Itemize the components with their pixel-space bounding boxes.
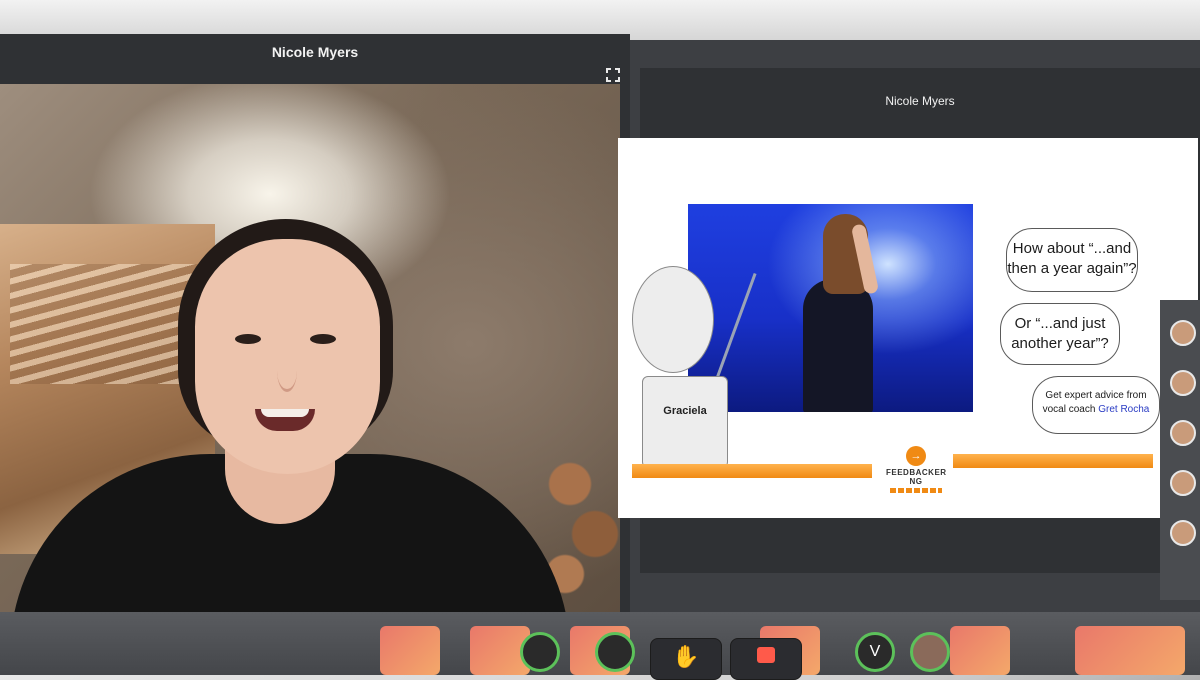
conference-screen: Nicole Myers Nicole Myers Graciela How a… — [0, 0, 1200, 680]
toolbar-tile[interactable] — [380, 626, 440, 675]
participant-rail[interactable] — [1160, 300, 1200, 600]
name-card: Graciela — [642, 376, 728, 468]
rail-avatar[interactable] — [1170, 520, 1196, 546]
shared-slide: Graciela How about “...and then a year a… — [618, 138, 1198, 518]
rail-avatar[interactable] — [1170, 320, 1196, 346]
toolbar-avatar[interactable] — [910, 632, 950, 672]
raise-hand-button[interactable]: ✋ — [650, 638, 722, 680]
singer-dress — [803, 279, 873, 412]
rail-avatar[interactable] — [1170, 420, 1196, 446]
share-screen-button[interactable] — [730, 638, 802, 680]
bottom-toolbar: V ✋ — [0, 612, 1200, 680]
orange-bar-left — [632, 464, 872, 478]
participant-tile-left[interactable]: Nicole Myers — [0, 34, 630, 619]
speech-bubble-3: Get expert advice from vocal coach Gret … — [1032, 376, 1160, 434]
rail-avatar[interactable] — [1170, 370, 1196, 396]
coach-name: Gret Rocha — [1098, 404, 1150, 415]
toolbar-tile[interactable] — [950, 626, 1010, 675]
rail-avatar[interactable] — [1170, 470, 1196, 496]
logo-text: FEEDBACKER NG — [886, 468, 947, 486]
singer-photo — [688, 204, 973, 412]
eye-right — [310, 334, 336, 344]
nose — [277, 349, 297, 392]
eye-left — [235, 334, 261, 344]
toolbar-avatar[interactable] — [595, 632, 635, 672]
orange-bar-right — [953, 454, 1153, 468]
speech-bubble-2: Or “...and just another year”? — [1000, 303, 1120, 365]
expand-icon-svg — [606, 68, 620, 82]
toolbar-avatar[interactable] — [520, 632, 560, 672]
toolbar-avatar-v[interactable]: V — [855, 632, 895, 672]
raise-hand-icon: ✋ — [672, 644, 700, 669]
mouth — [255, 409, 315, 431]
feedbacker-logo: → FEEDBACKER NG — [886, 446, 946, 493]
participant-video-left — [0, 84, 620, 614]
participant-tile-right[interactable]: Nicole Myers Graciela How about “...and … — [618, 68, 1200, 573]
logo-stripe — [890, 488, 942, 493]
speech-bubble-1: How about “...and then a year again”? — [1006, 228, 1138, 292]
participant-name-right: Nicole Myers — [885, 94, 955, 108]
participant-name-left: Nicole Myers — [271, 44, 359, 60]
person-face — [195, 239, 380, 474]
share-screen-icon — [757, 647, 775, 663]
toolbar-tile[interactable] — [1075, 626, 1185, 675]
logo-arrow-icon: → — [906, 446, 926, 466]
avatar-placeholder — [632, 266, 714, 373]
